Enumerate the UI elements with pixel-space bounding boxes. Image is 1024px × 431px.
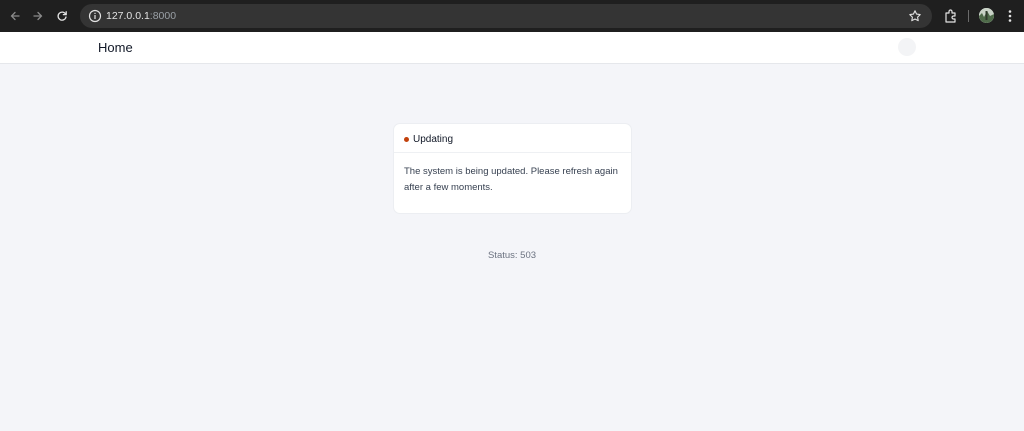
url-port: :8000 <box>149 10 177 22</box>
back-button[interactable] <box>5 6 25 26</box>
more-vert-icon[interactable] <box>1004 8 1016 24</box>
profile-avatar[interactable] <box>979 8 994 23</box>
browser-toolbar: 127.0.0.1:8000 <box>0 0 1024 32</box>
arrow-left-icon <box>10 11 20 21</box>
reload-button[interactable] <box>52 6 72 26</box>
site-header: Home <box>0 32 1024 64</box>
status-code-text: Status: 503 <box>487 250 537 261</box>
reload-icon <box>57 11 67 21</box>
profile-image-icon <box>979 8 994 23</box>
home-link[interactable]: Home <box>98 40 133 56</box>
url-text: 127.0.0.1:8000 <box>106 9 176 23</box>
status-dot-icon <box>404 137 409 142</box>
address-bar[interactable]: 127.0.0.1:8000 <box>80 4 932 28</box>
extensions-icon[interactable] <box>943 8 959 24</box>
arrow-right-icon <box>33 11 43 21</box>
card-title: Updating <box>413 134 454 145</box>
toolbar-divider <box>968 10 969 22</box>
forward-button[interactable] <box>28 6 48 26</box>
star-icon[interactable] <box>908 9 922 23</box>
user-menu-button[interactable] <box>898 38 916 56</box>
card-message: The system is being updated. Please refr… <box>404 166 618 193</box>
info-icon[interactable] <box>88 9 102 23</box>
updating-card: Updating The system is being updated. Pl… <box>393 123 632 214</box>
card-header: Updating <box>394 124 631 153</box>
url-host: 127.0.0.1 <box>106 10 150 22</box>
